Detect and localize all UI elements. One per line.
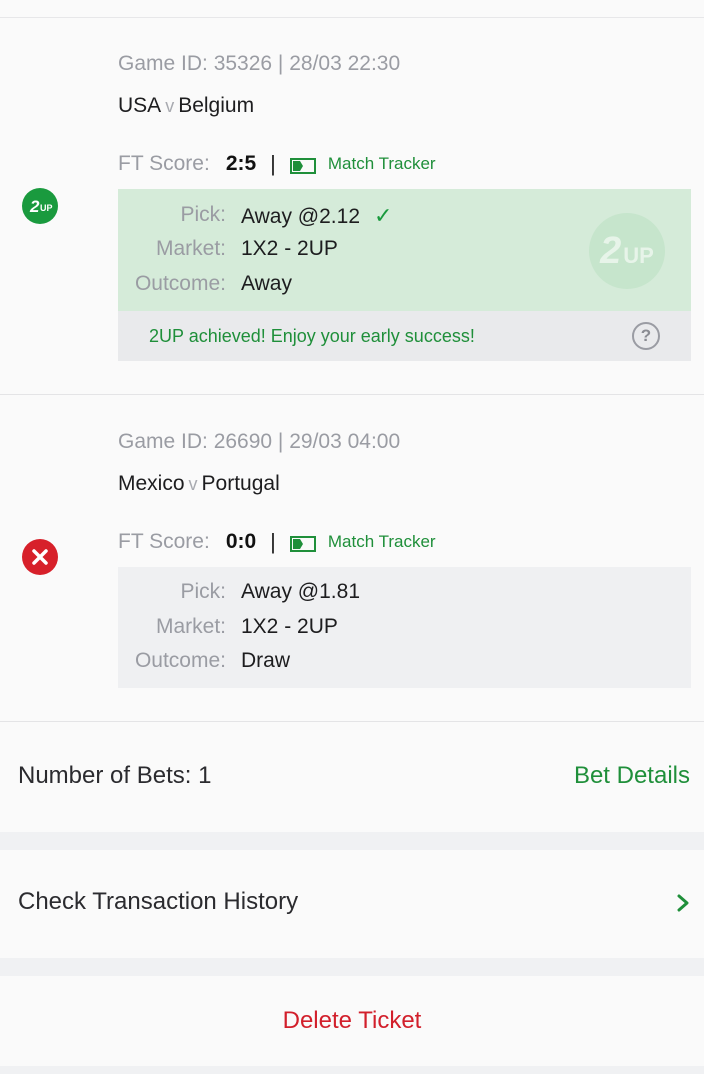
match-tracker-link[interactable]: Match Tracker	[328, 532, 436, 552]
score-separator: |	[270, 529, 276, 554]
chevron-right-icon	[676, 892, 690, 920]
pick-label: Pick:	[180, 203, 226, 226]
check-icon: ✓	[374, 203, 393, 228]
pick-box: Pick: Away @2.12 ✓ Market: 1X2 - 2UP Outc…	[118, 189, 691, 311]
pick-value-wrap: Away @2.12 ✓	[241, 203, 392, 229]
outcome-row: Outcome: Draw	[118, 649, 691, 675]
away-team: Portugal	[201, 472, 280, 495]
bets-summary-row: Number of Bets: 1 Bet Details	[0, 722, 704, 832]
delete-ticket-button[interactable]: Delete Ticket	[0, 976, 704, 1066]
market-label: Market:	[155, 615, 226, 638]
market-value: 1X2 - 2UP	[241, 237, 338, 260]
outcome-label: Outcome:	[134, 272, 226, 295]
score-row: FT Score: 0:0 | Match Tracker	[118, 529, 436, 555]
pick-value: Away @1.81	[241, 580, 360, 603]
ft-score-label: FT Score:	[118, 530, 210, 553]
score-row: FT Score: 2:5 | Match Tracker	[118, 151, 436, 177]
away-team: Belgium	[178, 94, 255, 117]
outcome-value: Draw	[241, 649, 291, 672]
home-team: USA	[118, 94, 162, 117]
outcome-label: Outcome:	[134, 649, 226, 672]
number-of-bets: Number of Bets: 1	[18, 762, 212, 789]
ft-score-value: 2:5	[225, 152, 257, 175]
ft-score-value: 0:0	[225, 530, 257, 553]
bet-details-link[interactable]: Bet Details	[574, 762, 690, 790]
match-teams: USA v Belgium	[118, 94, 254, 118]
game-id-line: Game ID: 26690 | 29/03 04:00	[118, 430, 401, 453]
svg-text:2: 2	[29, 197, 40, 216]
pick-row: Pick: Away @1.81	[118, 580, 691, 606]
match-tracker-link[interactable]: Match Tracker	[328, 154, 436, 174]
market-row: Market: 1X2 - 2UP	[118, 615, 691, 641]
help-icon[interactable]: ?	[632, 322, 660, 350]
lost-x-icon	[22, 539, 58, 575]
delete-ticket-label: Delete Ticket	[282, 1007, 422, 1034]
versus-label: v	[188, 474, 198, 494]
match-tracker-icon[interactable]	[289, 156, 316, 174]
market-label: Market:	[155, 237, 226, 260]
ft-score-label: FT Score:	[118, 152, 210, 175]
match-teams: Mexico v Portugal	[118, 472, 280, 496]
svg-text:UP: UP	[40, 203, 53, 213]
2up-badge-icon: 2 UP	[22, 188, 58, 224]
notice-text: 2UP achieved! Enjoy your early success!	[149, 325, 475, 346]
ticket-details-page: 2 UP Game ID: 35326 | 28/03 22:30 USA v Be…	[0, 0, 704, 1074]
outcome-value: Away	[241, 272, 292, 295]
match-tracker-icon[interactable]	[289, 534, 316, 552]
versus-label: v	[165, 96, 175, 116]
score-separator: |	[270, 151, 276, 176]
transaction-history-label: Check Transaction History	[18, 888, 299, 915]
market-value: 1X2 - 2UP	[241, 615, 338, 638]
transaction-history-row[interactable]: Check Transaction History	[0, 850, 704, 958]
game-card: Game ID: 26690 | 29/03 04:00 Mexico v Port…	[0, 395, 704, 722]
2up-watermark-icon: 2 UP	[589, 213, 665, 289]
pick-label: Pick:	[180, 580, 226, 603]
game-id-line: Game ID: 35326 | 28/03 22:30	[118, 52, 401, 75]
pick-box: Pick: Away @1.81 Market: 1X2 - 2UP Outco…	[118, 567, 691, 688]
home-team: Mexico	[118, 472, 185, 495]
pick-value: Away @2.12	[241, 205, 360, 228]
game-card: 2 UP Game ID: 35326 | 28/03 22:30 USA v Be…	[0, 18, 704, 395]
2up-notice: 2UP achieved! Enjoy your early success! …	[118, 311, 691, 361]
top-divider	[0, 0, 704, 18]
